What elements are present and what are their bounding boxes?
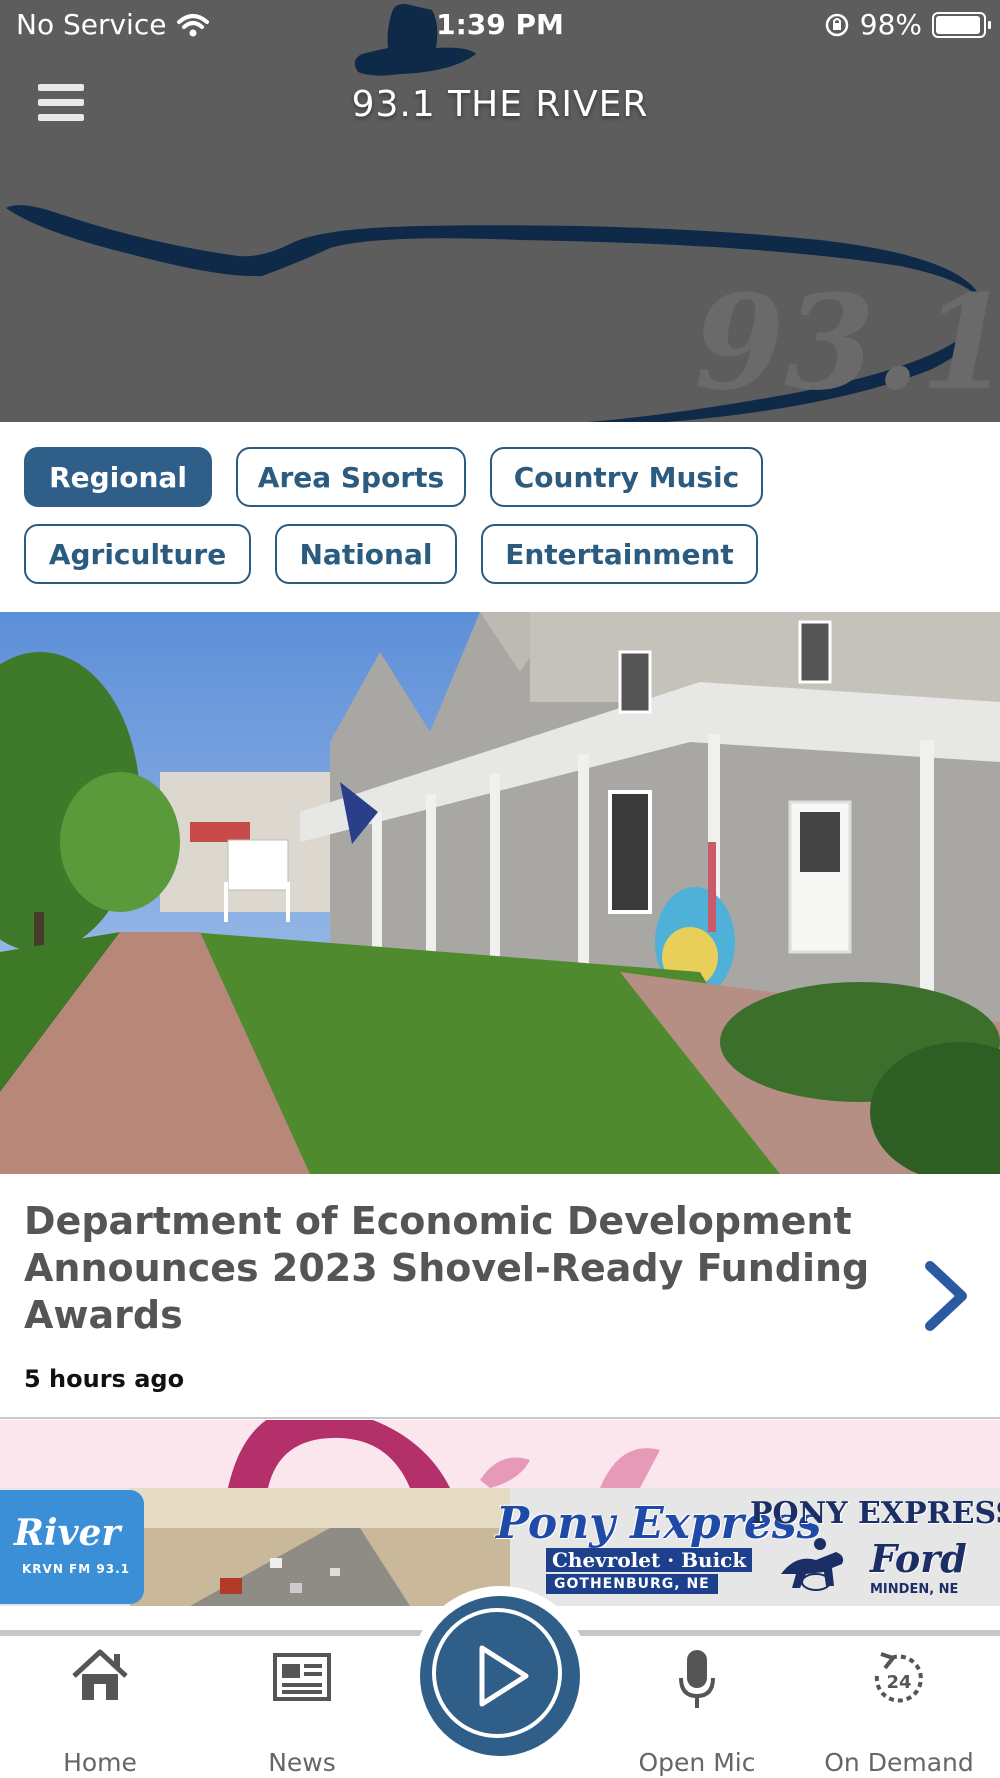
chevron-right-icon[interactable] bbox=[918, 1258, 974, 1334]
svg-text:24: 24 bbox=[886, 1672, 911, 1693]
chip-area-sports[interactable]: Area Sports bbox=[236, 447, 466, 507]
horse-rider-icon bbox=[781, 1538, 844, 1591]
chip-regional[interactable]: Regional bbox=[24, 447, 212, 507]
header: 93.1 No Service 1:39 PM 98% 93.1 THE RIV… bbox=[0, 0, 1000, 422]
river-logo: River KRVN FM 93.1 bbox=[0, 1490, 144, 1604]
article-title[interactable]: Department of Economic Development Annou… bbox=[24, 1198, 884, 1339]
battery-percent: 98% bbox=[859, 8, 922, 41]
next-article-preview[interactable] bbox=[0, 1420, 1000, 1488]
home-icon bbox=[72, 1649, 128, 1700]
newspaper-icon bbox=[273, 1653, 331, 1701]
pony-express-ford-logo: PONY EXPRESS Ford MINDEN, NE bbox=[750, 1496, 1000, 1597]
article-divider bbox=[0, 1417, 1000, 1419]
play-button[interactable] bbox=[420, 1596, 580, 1756]
article-image[interactable] bbox=[0, 612, 1000, 1174]
on-demand-24-icon: 24 bbox=[874, 1652, 923, 1703]
microphone-icon bbox=[679, 1650, 715, 1708]
tab-home[interactable]: Home bbox=[15, 1648, 185, 1777]
chip-agriculture[interactable]: Agriculture bbox=[24, 524, 251, 584]
category-filter: Regional Area Sports Country Music Agric… bbox=[0, 422, 1000, 612]
tab-news-label: News bbox=[268, 1748, 336, 1777]
pony-express-chevrolet-logo: Pony Express Chevrolet · Buick GOTHENBUR… bbox=[496, 1498, 822, 1594]
ad-highway-image bbox=[130, 1488, 510, 1606]
tab-open-mic[interactable]: Open Mic bbox=[612, 1648, 782, 1777]
play-icon bbox=[479, 1645, 529, 1707]
chip-entertainment[interactable]: Entertainment bbox=[481, 524, 758, 584]
chip-country-music[interactable]: Country Music bbox=[490, 447, 763, 507]
status-bar: No Service 1:39 PM 98% bbox=[0, 0, 1000, 50]
tab-open-mic-label: Open Mic bbox=[638, 1748, 756, 1777]
article-timestamp: 5 hours ago bbox=[24, 1365, 185, 1393]
rotation-lock-icon bbox=[825, 13, 849, 36]
chip-national[interactable]: National bbox=[275, 524, 457, 584]
station-logo: 93.1 bbox=[6, 4, 1000, 422]
tab-home-label: Home bbox=[63, 1748, 137, 1777]
tab-news[interactable]: News bbox=[217, 1648, 387, 1777]
battery-icon bbox=[932, 11, 991, 38]
tab-on-demand[interactable]: 24 On Demand bbox=[814, 1648, 984, 1777]
app-title: 93.1 THE RIVER bbox=[351, 84, 649, 125]
svg-text:93.1: 93.1 bbox=[694, 266, 1000, 419]
tab-on-demand-label: On Demand bbox=[824, 1748, 974, 1777]
